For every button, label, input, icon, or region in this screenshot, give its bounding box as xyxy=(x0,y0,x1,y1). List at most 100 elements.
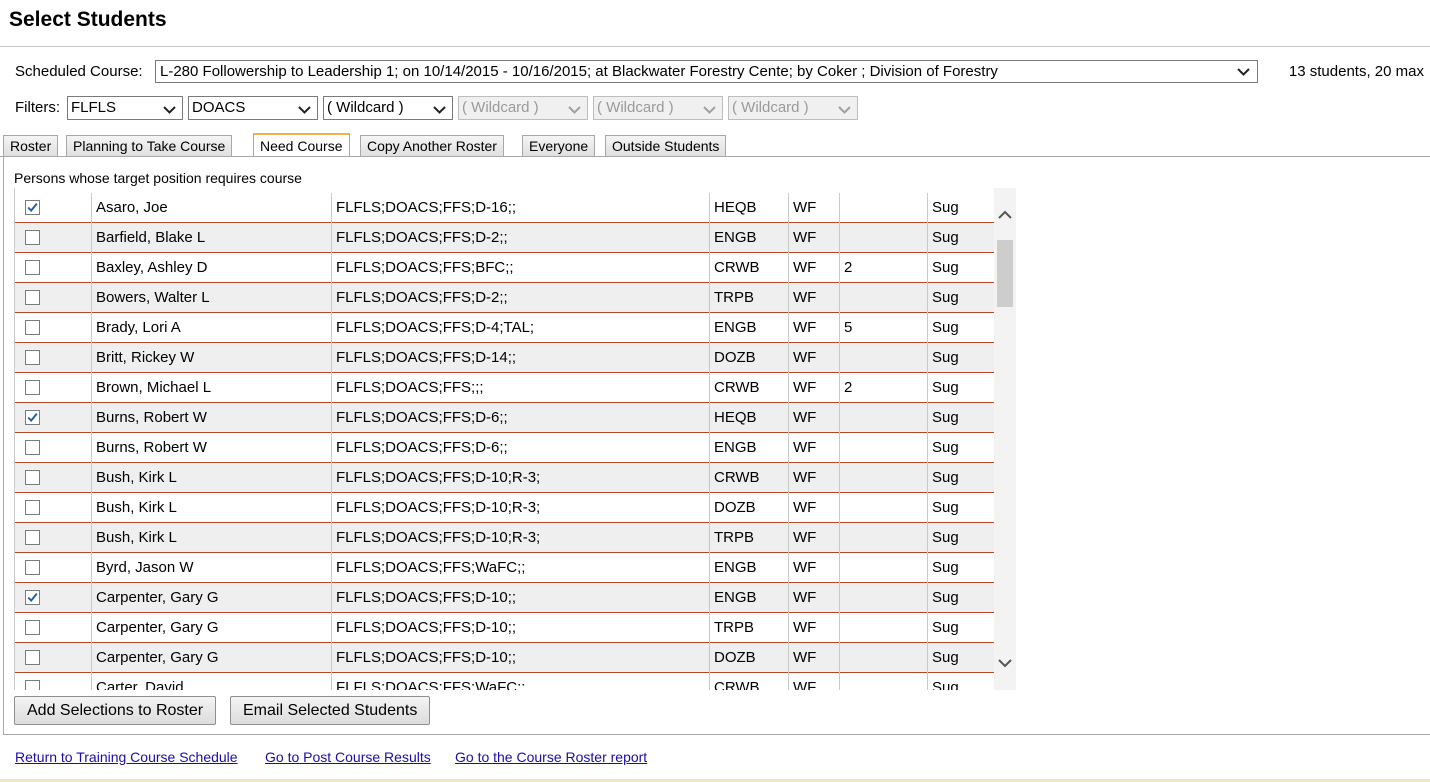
tab-outside-students[interactable]: Outside Students xyxy=(605,135,727,157)
number-cell xyxy=(840,643,928,673)
status-cell: Sug xyxy=(932,589,959,606)
position-cell: DOZB xyxy=(710,343,789,373)
row-checkbox[interactable] xyxy=(25,350,40,365)
position-cell: CRWB xyxy=(710,463,789,493)
checkmark-icon xyxy=(27,202,38,212)
row-checkbox[interactable] xyxy=(25,560,40,575)
student-name-cell: Baxley, Ashley D xyxy=(92,253,332,283)
row-checkbox[interactable] xyxy=(25,290,40,305)
student-name-cell: Carpenter, Gary G xyxy=(92,613,332,643)
chevron-down-icon xyxy=(568,106,581,114)
table-row[interactable]: Bush, Kirk L FLFLS;DOACS;FFS;D-10;R-3; DOZ… xyxy=(15,493,994,523)
row-checkbox[interactable] xyxy=(25,200,40,215)
row-checkbox[interactable] xyxy=(25,320,40,335)
table-row[interactable]: Barfield, Blake L FLFLS;DOACS;FFS;D-2;; EN… xyxy=(15,223,994,253)
filter-select-value: ( Wildcard ) xyxy=(327,99,404,116)
table-row[interactable]: Carpenter, Gary G FLFLS;DOACS;FFS;D-10;; T… xyxy=(15,613,994,643)
table-row[interactable]: Carpenter, Gary G FLFLS;DOACS;FFS;D-10;; D… xyxy=(15,643,994,673)
table-row[interactable]: Burns, Robert W FLFLS;DOACS;FFS;D-6;; HEQB… xyxy=(15,403,994,433)
scheduled-course-value: L-280 Followership to Leadership 1; on 1… xyxy=(160,63,998,80)
status-cell: Sug xyxy=(932,289,959,306)
row-checkbox[interactable] xyxy=(25,530,40,545)
chevron-down-icon[interactable] xyxy=(997,656,1013,670)
select-cell xyxy=(15,313,92,343)
return-to-schedule-link[interactable]: Return to Training Course Schedule xyxy=(15,748,238,766)
type-cell: WF xyxy=(789,433,840,463)
filter-select-3[interactable]: ( Wildcard ) xyxy=(323,96,453,120)
course-roster-report-link[interactable]: Go to the Course Roster report xyxy=(455,748,647,766)
table-row[interactable]: Baxley, Ashley D FLFLS;DOACS;FFS;BFC;; CRW… xyxy=(15,253,994,283)
select-cell xyxy=(15,643,92,673)
table-row[interactable]: Burns, Robert W FLFLS;DOACS;FFS;D-6;; ENGB… xyxy=(15,433,994,463)
row-checkbox[interactable] xyxy=(25,380,40,395)
status-cell: Sug xyxy=(932,559,959,576)
status-cell: Sug xyxy=(932,439,959,456)
table-row[interactable]: Brown, Michael L FLFLS;DOACS;FFS;;; CRWB WF… xyxy=(15,373,994,403)
position-cell: ENGB xyxy=(710,433,789,463)
select-cell xyxy=(15,613,92,643)
type-cell: WF xyxy=(789,223,840,253)
grid-vertical-scrollbar[interactable] xyxy=(994,188,1016,690)
table-row[interactable]: Asaro, Joe FLFLS;DOACS;FFS;D-16;; HEQB WF Su… xyxy=(15,193,994,223)
email-selected-button[interactable]: Email Selected Students xyxy=(230,696,431,725)
status-cell: Sug xyxy=(932,619,959,636)
student-grid-container: Asaro, Joe FLFLS;DOACS;FFS;D-16;; HEQB WF Su… xyxy=(14,188,1016,690)
org-path-cell: FLFLS;DOACS;FFS;D-16;; xyxy=(332,193,710,223)
table-row[interactable]: Bush, Kirk L FLFLS;DOACS;FFS;D-10;R-3; TRP… xyxy=(15,523,994,553)
student-name-cell: Brady, Lori A xyxy=(92,313,332,343)
student-name-cell: Byrd, Jason W xyxy=(92,553,332,583)
table-row[interactable]: Britt, Rickey W FLFLS;DOACS;FFS;D-14;; DOZ… xyxy=(15,343,994,373)
row-checkbox[interactable] xyxy=(25,680,40,690)
row-checkbox[interactable] xyxy=(25,470,40,485)
table-row[interactable]: Bowers, Walter L FLFLS;DOACS;FFS;D-2;; TRP… xyxy=(15,283,994,313)
tab-copy-another-roster[interactable]: Copy Another Roster xyxy=(360,135,504,157)
tab-everyone[interactable]: Everyone xyxy=(522,135,596,157)
student-name-cell: Bush, Kirk L xyxy=(92,463,332,493)
status-cell: Sug xyxy=(932,229,959,246)
table-row[interactable]: Carter, David FLFLS;DOACS;FFS;WaFC;; CRWB W… xyxy=(15,673,994,690)
status-cell: Sug xyxy=(932,319,959,336)
row-checkbox[interactable] xyxy=(25,410,40,425)
post-course-results-link[interactable]: Go to Post Course Results xyxy=(265,748,431,766)
table-row[interactable]: Carpenter, Gary G FLFLS;DOACS;FFS;D-10;; E… xyxy=(15,583,994,613)
row-checkbox[interactable] xyxy=(25,620,40,635)
table-row[interactable]: Brady, Lori A FLFLS;DOACS;FFS;D-4;TAL; ENG… xyxy=(15,313,994,343)
table-row[interactable]: Byrd, Jason W FLFLS;DOACS;FFS;WaFC;; ENGB W… xyxy=(15,553,994,583)
title-divider xyxy=(0,46,1430,47)
row-checkbox[interactable] xyxy=(25,590,40,605)
scheduled-course-select[interactable]: L-280 Followership to Leadership 1; on 1… xyxy=(155,60,1258,83)
chevron-up-icon[interactable] xyxy=(997,208,1013,222)
tab-roster[interactable]: Roster xyxy=(3,135,59,157)
row-checkbox[interactable] xyxy=(25,440,40,455)
status-cell: Sug xyxy=(932,499,959,516)
type-cell: WF xyxy=(789,463,840,493)
filter-select-1[interactable]: FLFLS xyxy=(67,96,183,120)
filter-select-2[interactable]: DOACS xyxy=(188,96,318,120)
row-checkbox[interactable] xyxy=(25,260,40,275)
student-name-cell: Brown, Michael L xyxy=(92,373,332,403)
status-cell: Sug xyxy=(932,469,959,486)
number-cell: 2 xyxy=(840,253,928,283)
student-grid[interactable]: Asaro, Joe FLFLS;DOACS;FFS;D-16;; HEQB WF Su… xyxy=(14,188,994,690)
filter-select-value: ( Wildcard ) xyxy=(597,99,674,116)
add-selections-button[interactable]: Add Selections to Roster xyxy=(14,696,217,725)
scrollbar-thumb[interactable] xyxy=(997,240,1013,307)
status-cell: Sug xyxy=(932,679,959,690)
filter-select-6: ( Wildcard ) xyxy=(728,96,858,120)
select-cell xyxy=(15,193,92,223)
table-row[interactable]: Bush, Kirk L FLFLS;DOACS;FFS;D-10;R-3; CRW… xyxy=(15,463,994,493)
row-checkbox[interactable] xyxy=(25,500,40,515)
row-checkbox[interactable] xyxy=(25,650,40,665)
tab-need-course[interactable]: Need Course xyxy=(253,133,350,157)
org-path-cell: FLFLS;DOACS;FFS;D-10;; xyxy=(332,583,710,613)
row-checkbox[interactable] xyxy=(25,230,40,245)
tab-planning-to-take-course[interactable]: Planning to Take Course xyxy=(66,135,233,157)
org-path-cell: FLFLS;DOACS;FFS;D-2;; xyxy=(332,283,710,313)
org-path-cell: FLFLS;DOACS;FFS;D-6;; xyxy=(332,403,710,433)
type-cell: WF xyxy=(789,373,840,403)
student-name-cell: Carpenter, Gary G xyxy=(92,643,332,673)
filter-select-value: DOACS xyxy=(192,99,246,116)
position-cell: TRPB xyxy=(710,283,789,313)
select-cell xyxy=(15,583,92,613)
filter-select-4: ( Wildcard ) xyxy=(458,96,588,120)
